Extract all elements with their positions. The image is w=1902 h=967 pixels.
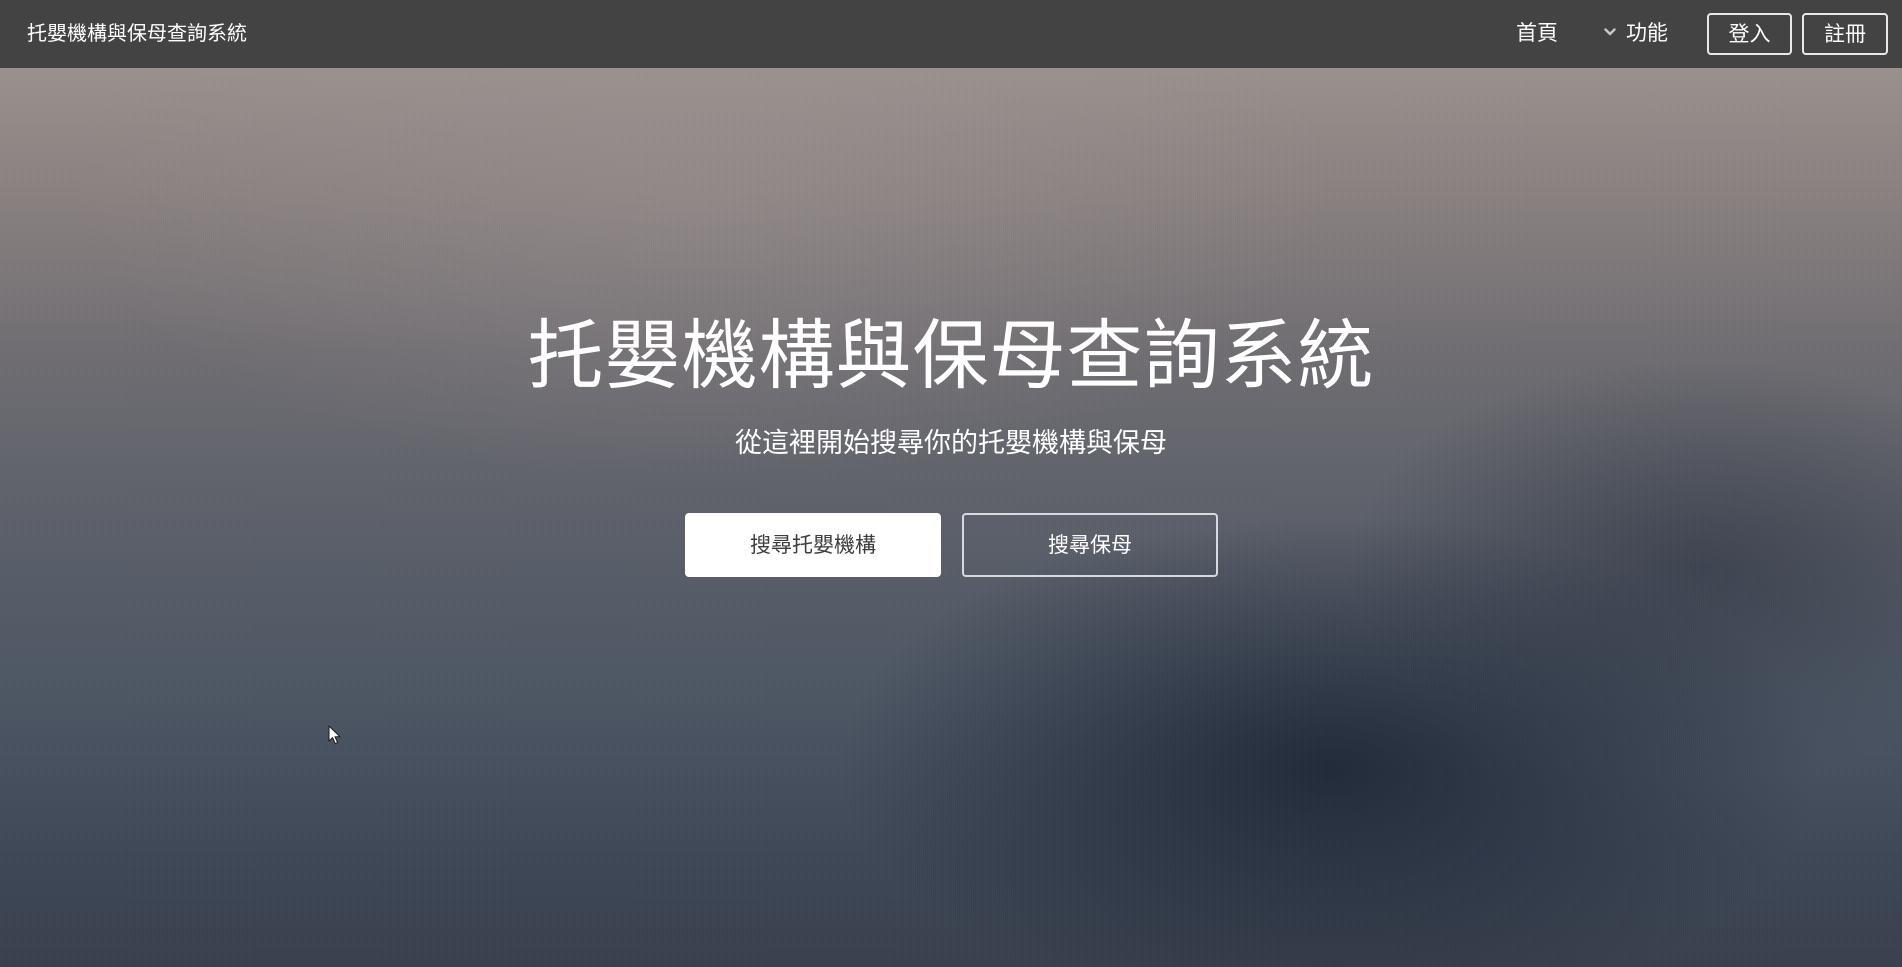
register-button[interactable]: 註冊 <box>1802 13 1888 55</box>
hero-subtitle: 從這裡開始搜尋你的托嬰機構與保母 <box>735 428 1167 459</box>
hero-background-texture <box>0 68 1902 967</box>
mouse-cursor-icon <box>328 725 341 745</box>
search-childcare-centers-button[interactable]: 搜尋托嬰機構 <box>685 513 941 577</box>
search-nannies-button[interactable]: 搜尋保母 <box>962 513 1218 577</box>
login-button[interactable]: 登入 <box>1707 13 1792 55</box>
top-navbar: 托嬰機構與保母查詢系統 首頁 功能 登入 註冊 <box>0 0 1902 68</box>
hero-title: 托嬰機構與保母查詢系統 <box>527 311 1375 400</box>
brand-title[interactable]: 托嬰機構與保母查詢系統 <box>27 0 247 68</box>
nav-features-dropdown[interactable]: 功能 <box>1604 0 1668 68</box>
nav-features-label: 功能 <box>1626 21 1668 45</box>
nav-home-link[interactable]: 首頁 <box>1516 0 1558 68</box>
hero-section: 托嬰機構與保母查詢系統 從這裡開始搜尋你的托嬰機構與保母 搜尋托嬰機構 搜尋保母 <box>0 68 1902 967</box>
page: 托嬰機構與保母查詢系統 首頁 功能 登入 註冊 托嬰機構與保母查詢系統 從這裡開… <box>0 0 1902 967</box>
chevron-down-icon <box>1604 28 1616 36</box>
